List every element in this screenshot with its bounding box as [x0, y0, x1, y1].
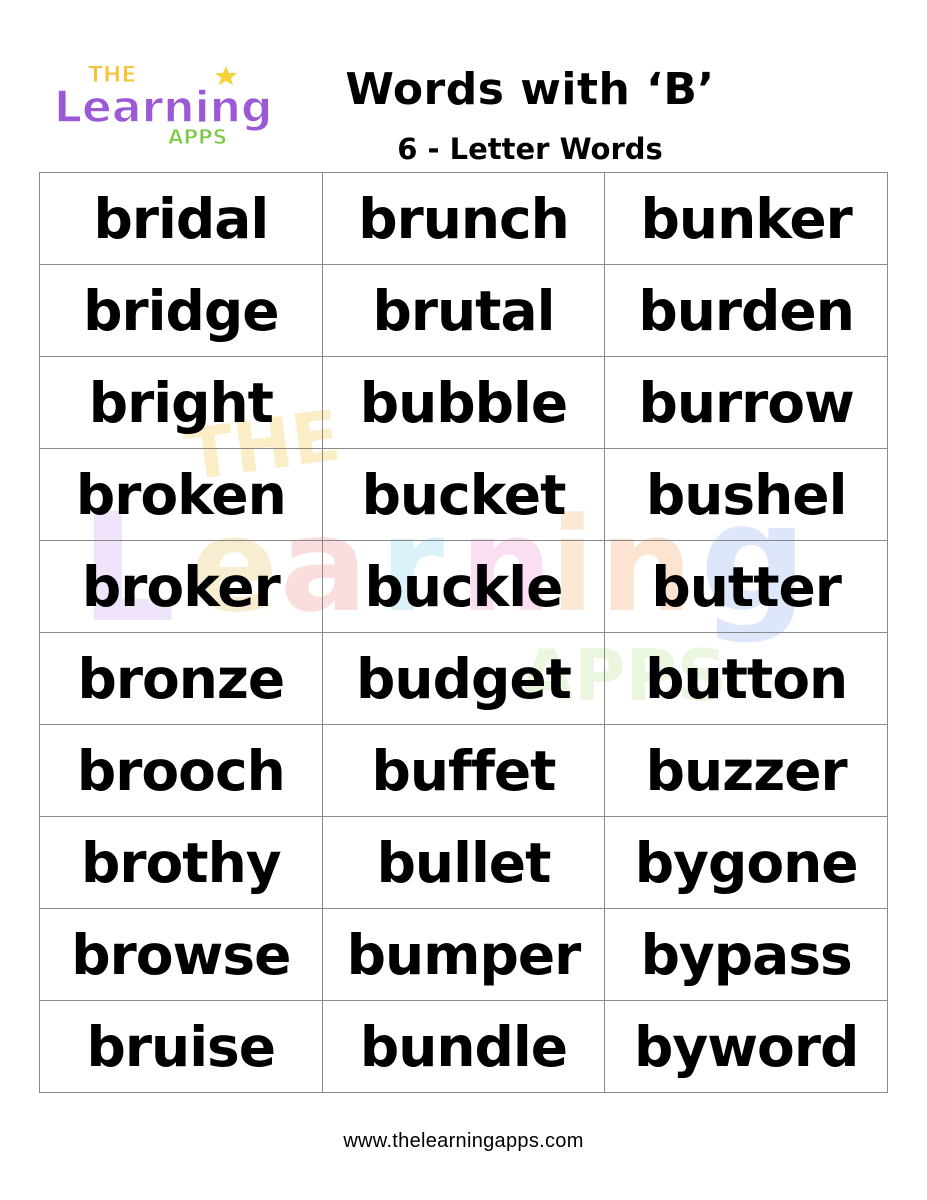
word-cell: broker [39, 540, 323, 633]
word-cell: bullet [321, 816, 606, 909]
word-cell: butter [604, 540, 888, 633]
word-cell: button [604, 632, 888, 725]
word-table: bridal brunch bunker bridge brutal burde… [39, 172, 888, 1093]
table-row: bridal brunch bunker [39, 172, 888, 265]
word-cell: bright [39, 356, 323, 449]
logo-line2: Learning [54, 82, 273, 133]
page-title: Words with ‘B’ [345, 64, 715, 115]
word-cell: bundle [321, 1000, 606, 1093]
table-row: broken bucket bushel [39, 448, 888, 541]
word-cell: bypass [604, 908, 888, 1001]
word-cell: bushel [604, 448, 888, 541]
word-cell: broken [39, 448, 323, 541]
footer-website: www.thelearningapps.com [343, 1130, 584, 1152]
word-cell: bucket [321, 448, 606, 541]
word-cell: bygone [604, 816, 888, 909]
table-row: brothy bullet bygone [39, 816, 888, 909]
word-cell: brunch [321, 172, 606, 265]
logo-line3: APPS [168, 125, 227, 148]
brand-logo: THE Learning APPS [50, 58, 282, 150]
page-subtitle: 6 - Letter Words [397, 132, 663, 166]
word-cell: bumper [321, 908, 606, 1001]
table-row: bruise bundle byword [39, 1000, 888, 1093]
word-cell: buffet [321, 724, 606, 817]
word-cell: budget [321, 632, 606, 725]
word-cell: bridge [39, 264, 323, 357]
word-cell: brothy [39, 816, 323, 909]
table-row: broker buckle butter [39, 540, 888, 633]
word-cell: buzzer [604, 724, 888, 817]
table-row: browse bumper bypass [39, 908, 888, 1001]
word-cell: burden [604, 264, 888, 357]
word-cell: brutal [321, 264, 606, 357]
word-cell: burrow [604, 356, 888, 449]
word-cell: bronze [39, 632, 323, 725]
word-cell: brooch [39, 724, 323, 817]
word-cell: bruise [39, 1000, 323, 1093]
table-row: bright bubble burrow [39, 356, 888, 449]
the-learning-apps-logo-icon: THE Learning APPS [53, 63, 273, 150]
table-row: brooch buffet buzzer [39, 724, 888, 817]
table-row: bridge brutal burden [39, 264, 888, 357]
word-cell: bridal [39, 172, 323, 265]
word-cell: browse [39, 908, 323, 1001]
word-cell: byword [604, 1000, 888, 1093]
word-cell: bubble [321, 356, 606, 449]
word-cell: buckle [321, 540, 606, 633]
table-row: bronze budget button [39, 632, 888, 725]
word-cell: bunker [604, 172, 888, 265]
